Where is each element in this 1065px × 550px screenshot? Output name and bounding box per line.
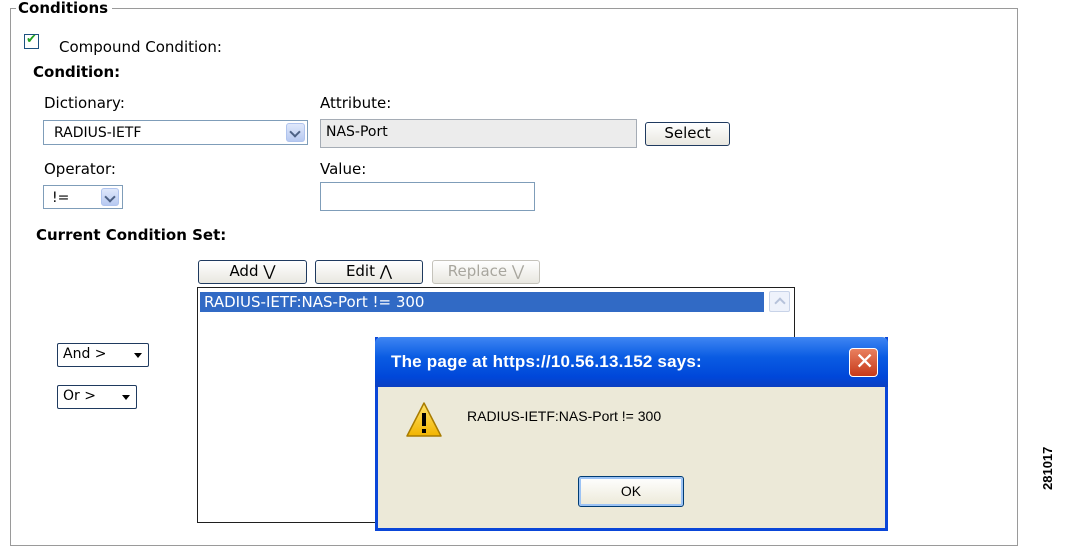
close-button[interactable]: ✕ xyxy=(849,348,878,377)
value-label: Value: xyxy=(320,160,367,178)
operator-value: != xyxy=(52,190,70,206)
or-select-value: Or > xyxy=(63,388,96,404)
attribute-label: Attribute: xyxy=(320,94,392,112)
chevron-down-icon[interactable] xyxy=(101,188,119,206)
edit-button[interactable]: Edit ⋀ xyxy=(315,260,423,284)
attribute-value: NAS-Port xyxy=(326,124,388,140)
ok-button[interactable]: OK xyxy=(578,476,684,507)
chevron-up-icon[interactable] xyxy=(769,291,790,312)
close-icon: ✕ xyxy=(855,349,875,375)
condition-heading: Condition: xyxy=(33,63,121,81)
dictionary-value: RADIUS-IETF xyxy=(54,125,142,141)
chevron-down-icon xyxy=(122,395,130,400)
and-select[interactable]: And > xyxy=(57,343,149,367)
attribute-input[interactable]: NAS-Port xyxy=(320,119,637,148)
and-select-value: And > xyxy=(63,346,107,362)
current-condition-set-heading: Current Condition Set: xyxy=(36,226,227,244)
dictionary-label: Dictionary: xyxy=(44,94,125,112)
replace-button: Replace ⋁ xyxy=(432,260,540,284)
chevron-down-icon xyxy=(134,353,142,358)
dictionary-select[interactable]: RADIUS-IETF xyxy=(43,120,308,145)
compound-condition-label: Compound Condition: xyxy=(59,38,222,56)
compound-condition-checkbox[interactable]: ✔ xyxy=(24,32,39,49)
dialog-message: RADIUS-IETF:NAS-Port != 300 xyxy=(467,408,662,424)
list-item[interactable]: RADIUS-IETF:NAS-Port != 300 xyxy=(200,292,764,312)
checkmark-icon: ✔ xyxy=(26,32,37,47)
chevron-down-icon[interactable] xyxy=(286,123,305,142)
or-select[interactable]: Or > xyxy=(57,385,137,409)
warning-icon xyxy=(404,400,444,444)
select-button[interactable]: Select xyxy=(645,122,730,146)
value-input[interactable] xyxy=(320,182,535,211)
operator-select[interactable]: != xyxy=(43,185,123,209)
dialog-title: The page at https://10.56.13.152 says: xyxy=(391,352,702,371)
conditions-legend: Conditions xyxy=(16,0,113,16)
add-button[interactable]: Add ⋁ xyxy=(198,260,307,284)
figure-id-label: 281017 xyxy=(1040,446,1055,490)
operator-label: Operator: xyxy=(44,160,116,178)
